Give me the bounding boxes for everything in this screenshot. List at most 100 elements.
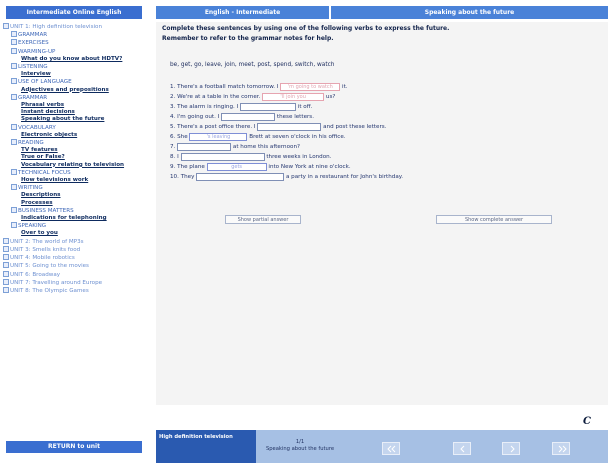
tree-item[interactable]: How televisions work	[3, 177, 145, 184]
next-page-button[interactable]	[502, 442, 520, 455]
show-complete-answer-button[interactable]: Show complete answer	[436, 215, 552, 224]
footer-bar: High definition television 1/1 Speaking …	[156, 430, 608, 463]
tree-section[interactable]: EXERCISES	[3, 39, 145, 47]
answer-input[interactable]	[257, 122, 322, 131]
tree-item[interactable]: Interview	[3, 71, 145, 78]
tree-item[interactable]: Vocabulary relating to television	[3, 162, 145, 169]
sentence-row: 5. There's a post office there. I and po…	[170, 122, 386, 132]
tree-section[interactable]: VOCABULARY	[3, 123, 145, 132]
tree-label: Phrasal verbs	[21, 102, 65, 109]
expand-toggle-icon[interactable]	[11, 63, 17, 70]
answer-input[interactable]	[180, 152, 265, 161]
expand-toggle-icon[interactable]	[11, 123, 17, 130]
tree-section[interactable]: GRAMMAR	[3, 31, 145, 39]
tree-section[interactable]: BUSINESS MATTERS	[3, 206, 145, 215]
expand-toggle-icon[interactable]	[11, 78, 17, 85]
answer-input[interactable]: gets	[206, 162, 267, 171]
sentence-number: 4.	[170, 114, 176, 120]
last-page-icon	[558, 445, 567, 453]
tree-unit[interactable]: UNIT 4: Mobile robotics	[3, 254, 145, 262]
expand-toggle-icon[interactable]	[3, 237, 9, 244]
expand-toggle-icon[interactable]	[11, 206, 17, 213]
sentence-number: 10.	[170, 174, 179, 180]
expand-toggle-icon[interactable]	[3, 245, 9, 252]
tree-unit[interactable]: UNIT 2: The world of MP3s	[3, 237, 145, 246]
expand-toggle-icon[interactable]	[3, 286, 9, 293]
tree-item[interactable]: Electronic objects	[3, 132, 145, 139]
answer-input[interactable]	[239, 102, 296, 111]
tree-label: USE OF LANGUAGE	[18, 79, 72, 86]
expand-toggle-icon[interactable]	[11, 139, 17, 146]
tree-item[interactable]: Adjectives and prepositions	[3, 87, 145, 94]
tree-item[interactable]: TV features	[3, 147, 145, 154]
tree-unit[interactable]: UNIT 7: Travelling around Europe	[3, 278, 145, 287]
tree-section[interactable]: SPEAKING	[3, 222, 145, 230]
answer-input[interactable]	[177, 142, 232, 151]
sentence-row: 8. I three weeks in London.	[170, 152, 331, 162]
sentence-row: 2. We're at a table in the corner. 'll j…	[170, 92, 335, 102]
tab-course[interactable]: English - Intermediate	[156, 6, 329, 19]
tree-section[interactable]: READING	[3, 139, 145, 147]
tree-item[interactable]: Instant decisions	[3, 109, 145, 116]
expand-toggle-icon[interactable]	[3, 270, 9, 277]
sentence-start: I	[177, 154, 179, 160]
previous-icon	[460, 445, 465, 453]
sentence-number: 9.	[170, 164, 176, 170]
tree-item[interactable]: Indications for telephoning	[3, 215, 145, 222]
expand-toggle-icon[interactable]	[3, 278, 9, 285]
answer-input[interactable]: 'm going to watch	[280, 82, 341, 91]
expand-toggle-icon[interactable]	[11, 47, 17, 54]
tree-unit[interactable]: UNIT 8: The Olympic Games	[3, 286, 145, 295]
sentence-row: 9. The plane gets into New York at nine …	[170, 162, 351, 172]
expand-toggle-icon[interactable]	[11, 222, 17, 229]
sentence-start: There's a post office there. I	[177, 124, 256, 130]
show-partial-answer-button[interactable]: Show partial answer	[225, 215, 301, 224]
answer-input[interactable]: 'll join you	[262, 92, 325, 101]
tree-label: UNIT 7: Travelling around Europe	[10, 279, 103, 286]
answer-input[interactable]	[221, 112, 276, 121]
tree-section[interactable]: GRAMMAR	[3, 93, 145, 102]
tree-item[interactable]: What do you know about HDTV?	[3, 56, 145, 63]
last-page-button[interactable]	[552, 442, 570, 455]
expand-toggle-icon[interactable]	[11, 93, 17, 100]
answer-input[interactable]: 's leaving	[189, 132, 248, 141]
tree-section[interactable]: TECHNICAL FOCUS	[3, 168, 145, 177]
tree-unit[interactable]: UNIT 1: High definition television	[3, 23, 145, 31]
tree-unit[interactable]: UNIT 5: Going to the movies	[3, 262, 145, 270]
sentence-end: at home this afternoon?	[232, 144, 300, 150]
tab-topic[interactable]: Speaking about the future	[331, 6, 608, 19]
tree-unit[interactable]: UNIT 3: Smells knits food	[3, 245, 145, 254]
expand-toggle-icon[interactable]	[11, 39, 17, 46]
expand-toggle-icon[interactable]	[3, 262, 9, 269]
tree-item[interactable]: True or False?	[3, 154, 145, 161]
tree-label: LISTENING	[18, 64, 48, 71]
sentence-number: 5.	[170, 124, 176, 130]
tree-label: UNIT 2: The world of MP3s	[10, 238, 84, 245]
answer-input[interactable]	[196, 172, 285, 181]
tree-label: What do you know about HDTV?	[21, 55, 123, 62]
tree-label: WARMING-UP	[18, 48, 56, 55]
tree-item[interactable]: Speaking about the future	[3, 116, 145, 123]
tree-item[interactable]: Processes	[3, 200, 145, 207]
expand-toggle-icon[interactable]	[11, 31, 17, 38]
tree-item[interactable]: Over to you	[3, 230, 145, 237]
tree-item[interactable]: Phrasal verbs	[3, 102, 145, 109]
tree-section[interactable]: WARMING-UP	[3, 47, 145, 56]
tree-label: UNIT 8: The Olympic Games	[10, 287, 89, 294]
tree-unit[interactable]: UNIT 6: Broadway	[3, 270, 145, 279]
return-to-unit-button[interactable]: RETURN to unit	[6, 441, 142, 453]
previous-page-button[interactable]	[453, 442, 471, 455]
first-page-button[interactable]	[382, 442, 400, 455]
expand-toggle-icon[interactable]	[3, 23, 9, 29]
tree-section[interactable]: LISTENING	[3, 63, 145, 71]
tree-label: UNIT 5: Going to the movies	[10, 263, 89, 270]
sentence-end: it off.	[297, 104, 313, 110]
sentence-end: Brett at seven o'clock in his office.	[249, 134, 346, 140]
tree-section[interactable]: USE OF LANGUAGE	[3, 78, 145, 86]
expand-toggle-icon[interactable]	[11, 168, 17, 175]
expand-toggle-icon[interactable]	[3, 254, 9, 261]
tree-item[interactable]: Descriptions	[3, 192, 145, 199]
expand-toggle-icon[interactable]	[11, 184, 17, 191]
tree-section[interactable]: WRITING	[3, 184, 145, 192]
sentence-end: us?	[325, 94, 336, 100]
